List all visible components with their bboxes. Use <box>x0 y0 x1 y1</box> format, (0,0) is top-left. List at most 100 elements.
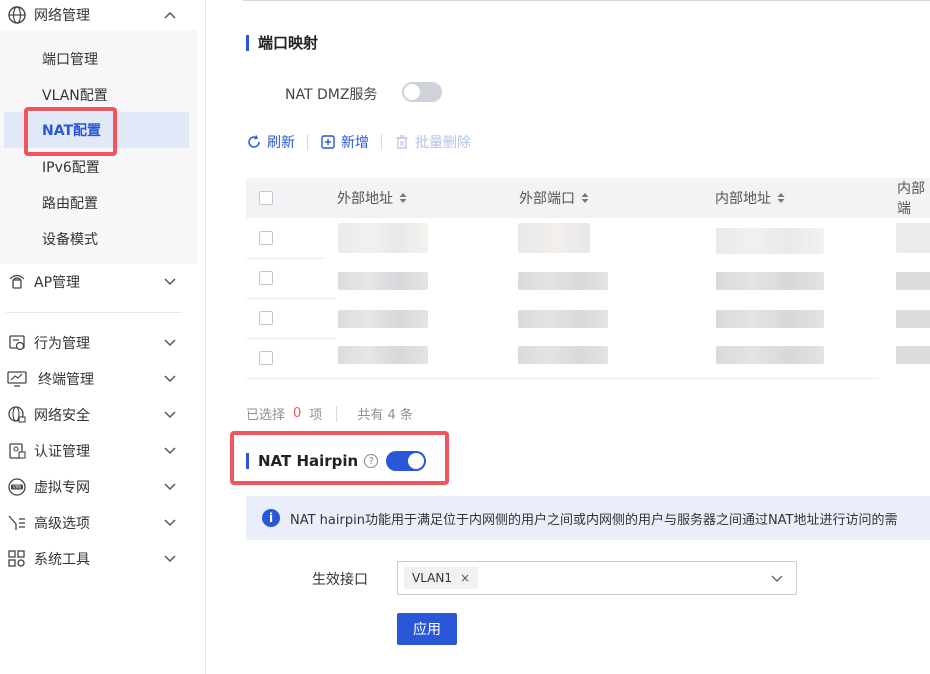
globe-icon <box>6 4 28 26</box>
sidebar-item-route-config[interactable]: 路由配置 <box>0 185 197 221</box>
apply-button[interactable]: 应用 <box>397 613 457 645</box>
main-content: 端口映射 NAT DMZ服务 刷新 新增 批量删除 外部地址 外部端口 内部地址… <box>206 0 930 674</box>
table-bottom-border <box>246 378 879 379</box>
port-mapping-table: 外部地址 外部端口 内部地址 内部端 <box>246 178 930 380</box>
menu-label: 终端管理 <box>38 372 94 388</box>
add-button[interactable]: 新增 <box>320 132 369 152</box>
total-count: 共有 4 条 <box>357 408 413 423</box>
chevron-down-icon <box>162 407 178 423</box>
batch-delete-button[interactable]: 批量删除 <box>394 132 471 152</box>
network-submenu: 端口管理 VLAN配置 NAT配置 IPv6配置 路由配置 设备模式 <box>0 30 197 264</box>
menu-system-tools[interactable]: 系统工具 <box>0 544 197 574</box>
port-mapping-title: 端口映射 <box>246 32 318 53</box>
section-title-text: 端口映射 <box>258 34 319 52</box>
selected-suffix: 项 <box>309 408 323 423</box>
sidebar-item-nat-config[interactable]: NAT配置 <box>0 112 197 148</box>
hairpin-toggle[interactable] <box>386 451 427 471</box>
redacted-cell <box>716 228 824 254</box>
menu-network-management[interactable]: 网络管理 <box>0 0 197 30</box>
monitor-icon <box>6 368 28 390</box>
menu-advanced-options[interactable]: 高级选项 <box>0 508 197 538</box>
chevron-down-icon <box>770 571 784 585</box>
sort-icon <box>581 192 589 204</box>
trash-icon <box>394 134 410 150</box>
toggle-knob <box>404 84 420 100</box>
tag-label: VLAN1 <box>412 571 452 585</box>
sidebar: 网络管理 端口管理 VLAN配置 NAT配置 IPv6配置 路由配置 设备模式 … <box>0 0 206 674</box>
column-header-internal-port[interactable]: 内部端 <box>897 178 930 218</box>
redacted-cell <box>896 223 930 253</box>
column-header-internal-address[interactable]: 内部地址 <box>715 178 785 218</box>
sidebar-item-label: VLAN配置 <box>42 88 108 104</box>
behavior-icon <box>6 332 28 354</box>
sort-icon <box>399 192 407 204</box>
redacted-cell <box>338 223 428 253</box>
selected-tag: VLAN1 × <box>404 567 479 589</box>
nat-hairpin-title: NAT Hairpin ? <box>246 451 427 471</box>
chevron-down-icon <box>162 551 178 567</box>
interface-select[interactable]: VLAN1 × <box>397 561 797 595</box>
toolbar-divider <box>381 134 382 150</box>
menu-label: 高级选项 <box>34 516 90 532</box>
table-row[interactable] <box>246 218 930 258</box>
toggle-knob <box>408 453 425 469</box>
chevron-down-icon <box>162 371 178 387</box>
redacted-cell <box>896 272 930 290</box>
row-checkbox[interactable] <box>259 311 273 325</box>
auth-icon <box>6 440 28 462</box>
menu-network-security[interactable]: 网络安全 <box>0 400 197 430</box>
help-icon[interactable]: ? <box>364 454 379 468</box>
toolbar-divider <box>307 134 308 150</box>
sidebar-item-label: 设备模式 <box>42 232 98 248</box>
table-header: 外部地址 外部端口 内部地址 内部端 <box>246 178 930 218</box>
redacted-cell <box>518 346 608 364</box>
close-icon[interactable]: × <box>460 571 470 585</box>
chevron-down-icon <box>162 443 178 459</box>
sidebar-divider <box>6 312 182 313</box>
globe-lock-icon <box>6 404 28 426</box>
select-all-checkbox[interactable] <box>259 191 273 205</box>
column-label: 外部端口 <box>519 191 575 207</box>
redacted-cell <box>518 310 608 328</box>
row-checkbox[interactable] <box>259 231 273 245</box>
menu-label: 虚拟专网 <box>34 480 90 496</box>
sidebar-item-label: 端口管理 <box>42 52 98 68</box>
table-row[interactable] <box>246 258 930 298</box>
menu-label: 网络安全 <box>34 408 90 424</box>
chevron-down-icon <box>162 479 178 495</box>
menu-terminal-management[interactable]: 终端管理 <box>0 364 197 394</box>
refresh-button[interactable]: 刷新 <box>246 132 295 152</box>
menu-ap-management[interactable]: AP管理 <box>0 267 197 297</box>
column-header-external-port[interactable]: 外部端口 <box>519 178 589 218</box>
column-label: 内部端 <box>897 181 925 217</box>
sidebar-item-ipv6-config[interactable]: IPv6配置 <box>0 149 197 185</box>
table-row[interactable] <box>246 338 930 378</box>
svg-text:VPN: VPN <box>13 485 21 490</box>
menu-behavior-management[interactable]: 行为管理 <box>0 328 197 358</box>
sidebar-item-label: 路由配置 <box>42 196 98 212</box>
sidebar-item-device-mode[interactable]: 设备模式 <box>0 221 197 257</box>
tools-icon <box>6 548 28 570</box>
refresh-label: 刷新 <box>267 135 295 151</box>
menu-vpn[interactable]: VPN 虚拟专网 <box>0 472 197 502</box>
interface-field-label: 生效接口 <box>312 572 368 588</box>
redacted-cell <box>518 272 608 290</box>
add-label: 新增 <box>341 135 369 151</box>
menu-auth-management[interactable]: 认证管理 <box>0 436 197 466</box>
menu-label: 系统工具 <box>34 552 90 568</box>
add-icon <box>320 134 336 150</box>
column-header-external-address[interactable]: 外部地址 <box>337 178 407 218</box>
table-row[interactable] <box>246 298 930 338</box>
dmz-toggle[interactable] <box>402 82 442 102</box>
menu-label: AP管理 <box>34 275 81 291</box>
row-checkbox[interactable] <box>259 351 273 365</box>
sidebar-item-port-management[interactable]: 端口管理 <box>0 41 197 77</box>
batch-delete-label: 批量删除 <box>415 135 471 151</box>
chevron-up-icon <box>162 7 178 23</box>
section-title-text: NAT Hairpin <box>258 452 359 470</box>
redacted-cell <box>716 272 824 290</box>
redacted-cell <box>716 310 824 328</box>
ap-icon <box>6 271 28 293</box>
sidebar-item-vlan-config[interactable]: VLAN配置 <box>0 77 197 113</box>
row-checkbox[interactable] <box>259 271 273 285</box>
